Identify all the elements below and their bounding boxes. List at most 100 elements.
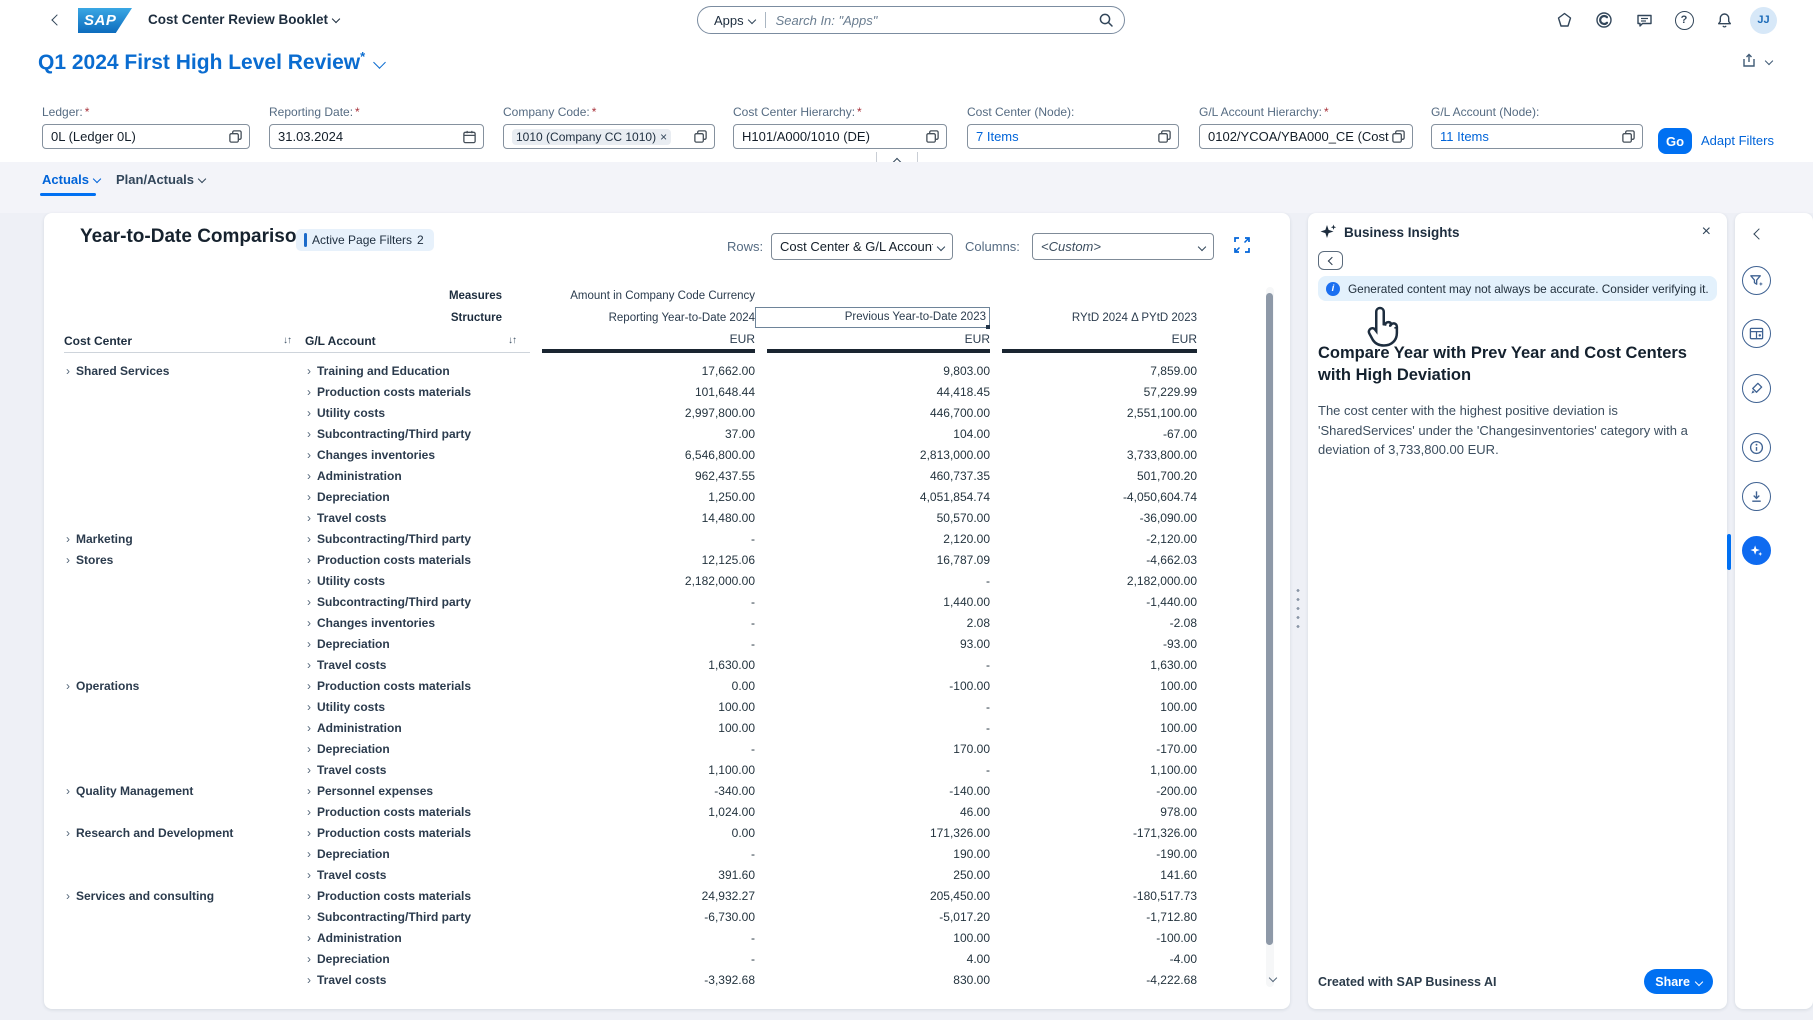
search-icon[interactable] [1098, 12, 1114, 28]
table-row[interactable]: ›Subcontracting/Third party - 1,440.00 -… [64, 591, 1197, 612]
gl-account-cell[interactable]: ›Depreciation [305, 637, 530, 651]
gl-account-cell[interactable]: ›Personnel expenses [305, 784, 530, 798]
table-row[interactable]: ›Travel costs 1,100.00 - 1,100.00 [64, 759, 1197, 780]
expand-icon[interactable]: › [305, 574, 311, 588]
table-row[interactable]: ›Utility costs 2,997,800.00 446,700.00 2… [64, 402, 1197, 423]
gl-account-cell[interactable]: ›Subcontracting/Third party [305, 532, 530, 546]
copilot-icon[interactable] [1590, 6, 1618, 34]
expand-icon[interactable]: › [64, 553, 70, 567]
calendar-icon[interactable] [462, 129, 477, 144]
expand-icon[interactable]: › [305, 973, 311, 987]
table-row[interactable]: ›Quality Management ›Personnel expenses … [64, 780, 1197, 801]
insights-back-button[interactable] [1318, 251, 1343, 270]
expand-icon[interactable]: › [305, 742, 311, 756]
expand-icon[interactable]: › [305, 490, 311, 504]
filter-insights-icon[interactable] [1742, 266, 1771, 295]
expand-icon[interactable]: › [305, 595, 311, 609]
sap-logo[interactable]: SAP [78, 8, 132, 33]
download-icon[interactable] [1742, 482, 1771, 511]
gl-account-cell[interactable]: ›Subcontracting/Third party [305, 910, 530, 924]
expand-icon[interactable]: › [305, 784, 311, 798]
gl-account-cell[interactable]: ›Depreciation [305, 847, 530, 861]
value-help-icon[interactable] [228, 129, 243, 144]
chevron-down-icon[interactable] [747, 16, 755, 24]
share-button[interactable]: Share [1644, 969, 1713, 994]
app-title[interactable]: Cost Center Review Booklet [148, 12, 339, 27]
sort-icon[interactable]: ↓↑ [508, 335, 530, 346]
value-help-icon[interactable] [925, 129, 940, 144]
help-icon[interactable]: ? [1670, 6, 1698, 34]
notifications-bell-icon[interactable] [1710, 6, 1738, 34]
expand-icon[interactable]: › [305, 469, 311, 483]
table-row[interactable]: ›Changes inventories 6,546,800.00 2,813,… [64, 444, 1197, 465]
close-icon[interactable]: × [1702, 224, 1711, 240]
gl-account-cell[interactable]: ›Depreciation [305, 952, 530, 966]
table-row[interactable]: ›Depreciation - 93.00 -93.00 [64, 633, 1197, 654]
ai-insights-icon-active[interactable] [1742, 536, 1771, 565]
sort-icon[interactable]: ↓↑ [283, 335, 305, 346]
fullscreen-icon[interactable] [1233, 236, 1251, 254]
table-row[interactable]: ›Research and Development ›Production co… [64, 822, 1197, 843]
table-row[interactable]: ›Travel costs 391.60 250.00 141.60 [64, 864, 1197, 885]
gl-account-cell[interactable]: ›Depreciation [305, 742, 530, 756]
expand-icon[interactable]: › [305, 658, 311, 672]
expand-icon[interactable]: › [305, 763, 311, 777]
collapse-panel-icon[interactable] [1750, 227, 1763, 245]
search-input[interactable]: Search In: "Apps" [776, 13, 1098, 28]
cost-center-cell[interactable]: ›Marketing [64, 532, 305, 546]
table-row[interactable]: ›Production costs materials 101,648.44 4… [64, 381, 1197, 402]
remove-token-icon[interactable]: × [660, 130, 667, 144]
table-row[interactable]: ›Travel costs 1,630.00 - 1,630.00 [64, 654, 1197, 675]
cost-center-node-input[interactable]: 7 Items [967, 124, 1179, 149]
gl-account-cell[interactable]: ›Production costs materials [305, 679, 530, 693]
gl-account-cell[interactable]: ›Administration [305, 931, 530, 945]
gl-account-cell[interactable]: ›Utility costs [305, 574, 530, 588]
chevron-down-icon[interactable] [373, 56, 386, 69]
expand-icon[interactable]: › [305, 826, 311, 840]
expand-icon[interactable]: › [305, 616, 311, 630]
value-help-icon[interactable] [1391, 129, 1406, 144]
active-page-filters-badge[interactable]: Active Page Filters 2 [296, 229, 434, 251]
gl-account-cell[interactable]: ›Utility costs [305, 700, 530, 714]
adapt-filters-link[interactable]: Adapt Filters [1701, 133, 1774, 148]
table-row[interactable]: ›Travel costs 14,480.00 50,570.00 -36,09… [64, 507, 1197, 528]
table-row[interactable]: ›Utility costs 2,182,000.00 - 2,182,000.… [64, 570, 1197, 591]
expand-icon[interactable]: › [305, 532, 311, 546]
expand-icon[interactable]: › [305, 637, 311, 651]
gl-account-cell[interactable]: ›Production costs materials [305, 553, 530, 567]
table-row[interactable]: ›Shared Services ›Training and Education… [64, 360, 1197, 381]
expand-icon[interactable]: › [305, 721, 311, 735]
table-row[interactable]: ›Subcontracting/Third party -6,730.00 -5… [64, 906, 1197, 927]
table-row[interactable]: ›Depreciation - 170.00 -170.00 [64, 738, 1197, 759]
gl-account-cell[interactable]: ›Changes inventories [305, 448, 530, 462]
export-button[interactable] [1740, 52, 1772, 69]
gl-account-cell[interactable]: ›Utility costs [305, 406, 530, 420]
column-rytd-delta-pytd[interactable]: RYtD 2024 Δ PYtD 2023 [990, 312, 1197, 324]
reporting-date-input[interactable]: 31.03.2024 [269, 124, 484, 149]
table-row[interactable]: ›Stores ›Production costs materials 12,1… [64, 549, 1197, 570]
filter-token[interactable]: 1010 (Company CC 1010)× [512, 129, 671, 145]
gl-account-node-input[interactable]: 11 Items [1431, 124, 1643, 149]
scroll-down-icon[interactable] [1265, 970, 1276, 988]
cost-center-cell[interactable]: ›Research and Development [64, 826, 305, 840]
search-bar[interactable]: Apps Search In: "Apps" [697, 6, 1125, 34]
gl-account-cell[interactable]: ›Training and Education [305, 364, 530, 378]
gl-account-cell[interactable]: ›Travel costs [305, 868, 530, 882]
table-row[interactable]: ›Production costs materials 1,024.00 46.… [64, 801, 1197, 822]
gl-account-cell[interactable]: ›Travel costs [305, 763, 530, 777]
page-title[interactable]: Q1 2024 First High Level Review* [38, 49, 384, 75]
expand-icon[interactable]: › [305, 406, 311, 420]
value-help-icon[interactable] [1157, 129, 1172, 144]
table-row[interactable]: ›Travel costs -3,392.68 830.00 -4,222.68 [64, 969, 1197, 990]
table-view-icon[interactable] [1742, 319, 1771, 348]
table-scrollbar-thumb[interactable] [1266, 293, 1273, 945]
cost-center-cell[interactable]: ›Shared Services [64, 364, 305, 378]
expand-icon[interactable]: › [305, 448, 311, 462]
expand-icon[interactable]: › [305, 952, 311, 966]
expand-icon[interactable]: › [305, 805, 311, 819]
expand-icon[interactable]: › [305, 679, 311, 693]
expand-icon[interactable]: › [64, 889, 70, 903]
table-row[interactable]: ›Marketing ›Subcontracting/Third party -… [64, 528, 1197, 549]
gl-account-cell[interactable]: ›Subcontracting/Third party [305, 595, 530, 609]
expand-icon[interactable]: › [305, 385, 311, 399]
